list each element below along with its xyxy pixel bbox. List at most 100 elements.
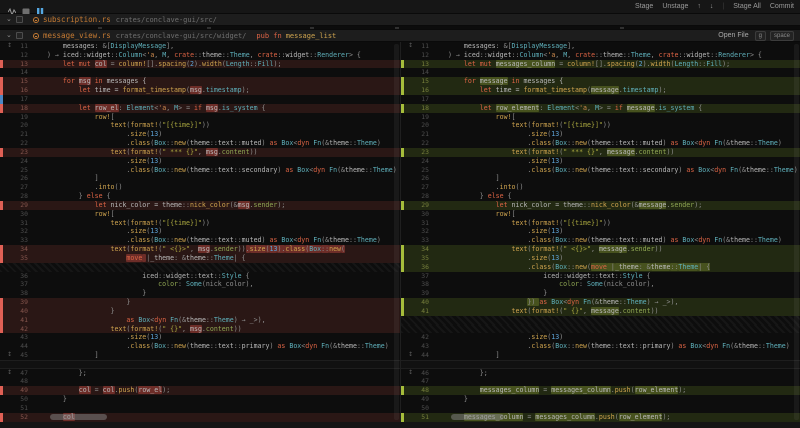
commit-button[interactable]: Commit (770, 3, 794, 10)
code-line[interactable]: ↕46 }; (401, 369, 800, 378)
file-section-header-subscription[interactable]: ⌄ subscription.rs crates/conclave-gui/sr… (0, 14, 800, 26)
code-line[interactable]: 15 for message in messages { (401, 77, 800, 86)
horizontal-scrollbar[interactable] (50, 414, 107, 420)
code-line[interactable]: 41 text(format!(" {}", message.content)) (401, 307, 800, 316)
code-line[interactable]: 16 let time = format_timestamp(msg.times… (0, 86, 400, 95)
prev-hunk-icon[interactable]: ↑ (697, 3, 701, 10)
code-line[interactable]: 27 .into() (0, 183, 400, 192)
code-line[interactable]: 19 row![ (0, 113, 400, 122)
code-line[interactable]: 23 text(format!(" *** {}", msg.content)) (0, 148, 400, 157)
code-line[interactable]: 32 .size(13) (0, 227, 400, 236)
code-line[interactable]: 31 text(format!("[{time}]")) (401, 219, 800, 228)
code-line[interactable]: 48 messages_column = messages_column.pus… (401, 386, 800, 395)
code-line[interactable]: 19 row![ (401, 113, 800, 122)
code-line[interactable]: 35 .size(13) (401, 254, 800, 263)
code-line[interactable]: 43 .size(13) (0, 333, 400, 342)
open-file-button[interactable]: Open File (718, 32, 748, 39)
chevron-down-icon[interactable]: ⌄ (6, 31, 16, 39)
stage-checkbox[interactable] (16, 32, 23, 39)
code-line[interactable]: 35 move |_theme: &theme::Theme| { (0, 254, 400, 263)
code-line[interactable]: 22 .class(Box::new(theme::text::muted) a… (401, 139, 800, 148)
stage-all-button[interactable]: Stage All (733, 3, 761, 10)
code-line[interactable]: 37 color: Some(nick_color), (0, 280, 400, 289)
code-line[interactable]: 50 (401, 404, 800, 413)
vertical-scrollbar[interactable] (794, 44, 799, 420)
file-section-header-message-view[interactable]: ⌄ message_view.rs crates/conclave-gui/sr… (0, 29, 800, 42)
code-line[interactable]: 20 text(format!("[{time}]")) (0, 121, 400, 130)
code-line[interactable]: 38 color: Some(nick_color), (401, 280, 800, 289)
code-line[interactable]: 24 .size(13) (401, 157, 800, 166)
horizontal-scrollbar[interactable] (451, 414, 504, 420)
code-line[interactable]: 18 let row_element: Element<'a, M> = if … (401, 104, 800, 113)
code-line[interactable]: 29 let nick_color = theme::nick_color(&m… (401, 201, 800, 210)
code-line[interactable]: 12) → iced::widget::Column<'a, M, crate:… (0, 51, 400, 60)
stage-checkbox[interactable] (16, 16, 23, 23)
unstage-button[interactable]: Unstage (662, 3, 688, 10)
code-line[interactable]: 37 iced::widget::text::Style { (401, 272, 800, 281)
chevron-down-icon[interactable]: ⌄ (6, 15, 16, 23)
code-line[interactable]: ↕11 messages: &[DisplayMessage], (401, 42, 800, 51)
code-line[interactable]: 32 .size(13) (401, 227, 800, 236)
code-line[interactable]: 33 .class(Box::new(theme::text::muted) a… (0, 236, 400, 245)
code-line[interactable]: 30 row![ (0, 210, 400, 219)
code-line[interactable]: 47 (401, 377, 800, 386)
left-diff-pane[interactable]: ↕11 messages: &[DisplayMessage],12) → ic… (0, 42, 400, 422)
code-line[interactable]: 25 .class(Box::new(theme::text::secondar… (401, 166, 800, 175)
code-line[interactable]: ↕45 ] (0, 351, 400, 360)
stage-button[interactable]: Stage (635, 3, 653, 10)
code-line[interactable]: 39 } (401, 289, 800, 298)
code-line[interactable]: ↕47 }; (0, 369, 400, 378)
code-line[interactable]: 34 text(format!(" <{}>", msg.sender)).si… (0, 245, 400, 254)
code-line[interactable]: 38 } (0, 289, 400, 298)
code-line[interactable]: 34 text(format!(" <{}>", message.sender)… (401, 245, 800, 254)
code-line[interactable]: 22 .class(Box::new(theme::text::muted) a… (0, 139, 400, 148)
code-line[interactable]: 21 .size(13) (401, 130, 800, 139)
code-line[interactable]: 36 .class(Box::new(move |_theme: &theme:… (401, 263, 800, 272)
code-line[interactable]: 13 let mut messages_column = column![].s… (401, 60, 800, 69)
code-line[interactable]: ↕11 messages: &[DisplayMessage], (0, 42, 400, 51)
code-line[interactable]: 44 .class(Box::new(theme::text::primary)… (0, 342, 400, 351)
code-line[interactable]: 40 }) as Box<dyn Fn(&theme::Theme) → _>)… (401, 298, 800, 307)
diff-tab-icon[interactable] (36, 3, 44, 11)
code-line[interactable]: 51 (0, 404, 400, 413)
code-line[interactable]: 39 } (0, 298, 400, 307)
code-line[interactable]: 14 (401, 68, 800, 77)
code-line[interactable]: 14 (0, 68, 400, 77)
code-line[interactable]: 15 for msg in messages { (0, 77, 400, 86)
code-line[interactable]: 28 } else { (401, 192, 800, 201)
activity-icon[interactable] (8, 3, 16, 11)
code-line[interactable]: 29 let nick_color = theme::nick_color(&m… (0, 201, 400, 210)
code-line[interactable]: 31 text(format!("[{time}]")) (0, 219, 400, 228)
code-line[interactable]: 42 .size(13) (401, 333, 800, 342)
code-line[interactable]: 30 row![ (401, 210, 800, 219)
vertical-scrollbar[interactable] (394, 44, 399, 420)
next-hunk-icon[interactable]: ↓ (710, 3, 714, 10)
panel-icon[interactable] (22, 3, 30, 11)
code-line[interactable]: 18 let row_el: Element<'a, M> = if msg.i… (0, 104, 400, 113)
code-line[interactable]: 36 iced::widget::text::Style { (0, 272, 400, 281)
code-line[interactable]: 13 let mut col = column![].spacing(2).wi… (0, 60, 400, 69)
code-line[interactable]: 12) → iced::widget::Column<'a, M, crate:… (401, 51, 800, 60)
code-line[interactable]: 48 (0, 377, 400, 386)
code-line[interactable]: 49 col = col.push(row_el); (0, 386, 400, 395)
code-line[interactable]: 26 ] (0, 174, 400, 183)
code-line[interactable]: 33 .class(Box::new(theme::text::muted) a… (401, 236, 800, 245)
code-line[interactable]: 49 } (401, 395, 800, 404)
code-line[interactable]: 23 text(format!(" *** {}", message.conte… (401, 148, 800, 157)
code-line[interactable]: 41 as Box<dyn Fn(&theme::Theme) → _>), (0, 316, 400, 325)
code-line[interactable]: 17 (401, 95, 800, 104)
right-diff-pane[interactable]: ↕11 messages: &[DisplayMessage],12) → ic… (400, 42, 800, 422)
code-line[interactable]: 27 .into() (401, 183, 800, 192)
code-line[interactable]: 20 text(format!("[{time}]")) (401, 121, 800, 130)
code-line[interactable]: 50 } (0, 395, 400, 404)
code-line[interactable]: 16 let time = format_timestamp(message.t… (401, 86, 800, 95)
code-line[interactable]: 40 } (0, 307, 400, 316)
code-line[interactable]: 42 text(format!(" {}", msg.content)) (0, 325, 400, 334)
code-line[interactable]: 21 .size(13) (0, 130, 400, 139)
code-line[interactable]: 28 } else { (0, 192, 400, 201)
code-line[interactable]: 43 .class(Box::new(theme::text::primary)… (401, 342, 800, 351)
code-line[interactable]: 25 .class(Box::new(theme::text::secondar… (0, 166, 400, 175)
code-line[interactable]: 24 .size(13) (0, 157, 400, 166)
code-line[interactable]: ↕44 ] (401, 351, 800, 360)
code-line[interactable]: 26 ] (401, 174, 800, 183)
